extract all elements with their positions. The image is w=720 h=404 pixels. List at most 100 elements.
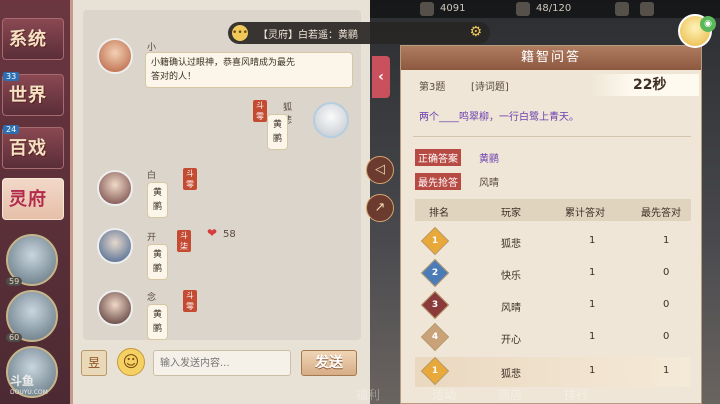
menu-welfare[interactable]: 福利 [356, 386, 380, 403]
gear-icon[interactable]: ⚙ [469, 24, 482, 40]
stamina-icon [516, 2, 530, 16]
total-correct: 1 [589, 365, 596, 376]
level-badge: 60 [6, 333, 23, 342]
tab-lingfu[interactable]: 灵府 [2, 178, 64, 220]
player-name: 风晴 [501, 303, 521, 314]
rank-badge: 2 [420, 258, 450, 288]
col-first: 最先答对 [641, 208, 681, 219]
rank-badge: 4 [420, 322, 450, 352]
avatar[interactable] [97, 38, 133, 74]
bottom-menu: 福利 活动 商店 排行 [352, 386, 720, 404]
total-correct: 1 [589, 267, 596, 278]
gift-icon[interactable] [640, 2, 654, 16]
chat-input-bar: 昱 ☺ 发送 [81, 346, 363, 378]
tab-label: 世界 [9, 85, 47, 106]
chat-bubble-icon: ••• [232, 25, 248, 41]
tab-system[interactable]: 系统 [2, 18, 64, 60]
collapse-button[interactable]: ‹ [372, 56, 390, 98]
message-bubble: 黄鹂 [267, 114, 289, 150]
question-type: [诗词题] [471, 82, 509, 93]
table-row: 2 快乐 1 0 [415, 258, 691, 289]
chat-input[interactable] [153, 350, 291, 376]
leaderboard-table: 排名 玩家 累计答对 最先答对 1 狐悲 1 1 2 快乐 1 0 3 风晴 1 [415, 199, 691, 399]
message-bubble: 黄鹂 [147, 244, 169, 280]
tab-baixi[interactable]: 24 百戏 [2, 125, 64, 169]
level-badge: 59 [6, 277, 23, 286]
expand-button[interactable]: ↗ [366, 194, 394, 222]
first-answer-label: 最先抢答 [415, 173, 461, 190]
mute-button[interactable]: ◁ [366, 156, 394, 184]
rank-tag: 斗零 [183, 168, 197, 190]
watermark-sub: DOUYU.COM [10, 389, 48, 396]
heart-count: 58 [223, 229, 236, 240]
divider [413, 136, 691, 137]
avatar[interactable] [313, 102, 349, 138]
watermark-text: 斗鱼 [10, 374, 35, 388]
col-player: 玩家 [501, 208, 521, 219]
stamina-value: 48/120 [536, 3, 572, 14]
avatar[interactable] [97, 228, 133, 264]
question-text: 两个____鸣翠柳，一行白鹭上青天。 [419, 112, 579, 123]
message-bubble: 黄鹂 [147, 304, 169, 340]
notification-bar[interactable]: ••• 【灵府】白若遥：黄鹂 ⚙ [228, 22, 490, 44]
countdown-timer: 22秒 [591, 74, 699, 96]
first-correct: 0 [663, 299, 670, 310]
question-number: 第3题 [419, 82, 446, 93]
correct-answer-value: 黄鹂 [479, 154, 499, 165]
avatar[interactable] [97, 170, 133, 206]
tab-badge: 33 [3, 72, 20, 81]
tab-label: 百戏 [9, 138, 47, 159]
total-correct: 1 [589, 331, 596, 342]
table-row: 4 开心 1 0 [415, 322, 691, 353]
message-text: 答对的人！ [151, 72, 197, 82]
message-list[interactable]: 小籍 小籍确认过眼神，恭喜风晴成为最先 答对的人！ 斗零 狐悲 黄鹂 白若遥 斗… [83, 10, 361, 340]
heart-icon: ❤ [207, 226, 218, 240]
quiz-title: 籍智问答 [401, 46, 701, 70]
rank-badge: 1 [420, 356, 450, 386]
table-header: 排名 玩家 累计答对 最先答对 [415, 199, 691, 221]
rank-badge: 1 [420, 226, 450, 256]
total-correct: 1 [589, 299, 596, 310]
menu-shop[interactable]: 商店 [498, 386, 522, 403]
table-row: 1 狐悲 1 1 [415, 226, 691, 257]
smile-icon: ☺ [122, 352, 140, 371]
message-text: 小籍确认过眼神，恭喜风晴成为最先 [151, 58, 296, 68]
game-scene: 4091 48/120 系统 33 世界 24 百戏 灵府 59 60 斗鱼 D… [0, 0, 720, 404]
player-name: 快乐 [501, 271, 521, 282]
notification-text: 【灵府】白若遥：黄鹂 [258, 30, 358, 41]
douyu-watermark: 斗鱼 DOUYU.COM [10, 372, 48, 396]
friend-avatar[interactable]: 60 [6, 290, 58, 342]
voice-button[interactable]: 昱 [81, 350, 107, 376]
player-name: 狐悲 [501, 239, 521, 250]
table-row: 3 风晴 1 0 [415, 290, 691, 321]
friend-avatar[interactable]: 59 [6, 234, 58, 286]
tab-world[interactable]: 33 世界 [2, 72, 64, 116]
menu-ranking[interactable]: 排行 [564, 386, 588, 403]
currency-icon [420, 2, 434, 16]
send-button[interactable]: 发送 [301, 350, 357, 376]
quiz-panel: 籍智问答 第3题 [诗词题] 22秒 两个____鸣翠柳，一行白鹭上青天。 正确… [400, 45, 702, 404]
chat-panel: 小籍 小籍确认过眼神，恭喜风晴成为最先 答对的人！ 斗零 狐悲 黄鹂 白若遥 斗… [70, 0, 370, 404]
menu-activity[interactable]: 活动 [432, 386, 456, 403]
channel-tabs: 系统 33 世界 24 百戏 灵府 59 60 斗鱼 DOUYU.COM [0, 0, 70, 404]
player-name: 狐悲 [501, 369, 521, 380]
top-hud: 4091 48/120 [370, 0, 720, 18]
camera-icon[interactable] [615, 2, 629, 16]
message-bubble: 小籍确认过眼神，恭喜风晴成为最先 答对的人！ [145, 52, 353, 88]
correct-answer-label: 正确答案 [415, 149, 461, 166]
first-correct: 0 [663, 331, 670, 342]
player-name: 开心 [501, 335, 521, 346]
wifi-icon: ◉ [700, 16, 716, 32]
message-bubble: 黄鹂 [147, 182, 169, 218]
col-rank: 排名 [429, 208, 449, 219]
table-row-self: 1 狐悲 1 1 [415, 356, 691, 387]
emoji-button[interactable]: ☺ [117, 348, 145, 376]
speaker-mute-icon: ◁ [375, 162, 385, 177]
first-correct: 1 [663, 235, 670, 246]
tab-label: 灵府 [9, 189, 47, 210]
rank-tag: 斗零 [183, 290, 197, 312]
tab-label: 系统 [9, 29, 47, 50]
avatar[interactable] [97, 290, 133, 326]
currency-value: 4091 [440, 3, 466, 14]
tab-badge: 24 [3, 125, 20, 134]
